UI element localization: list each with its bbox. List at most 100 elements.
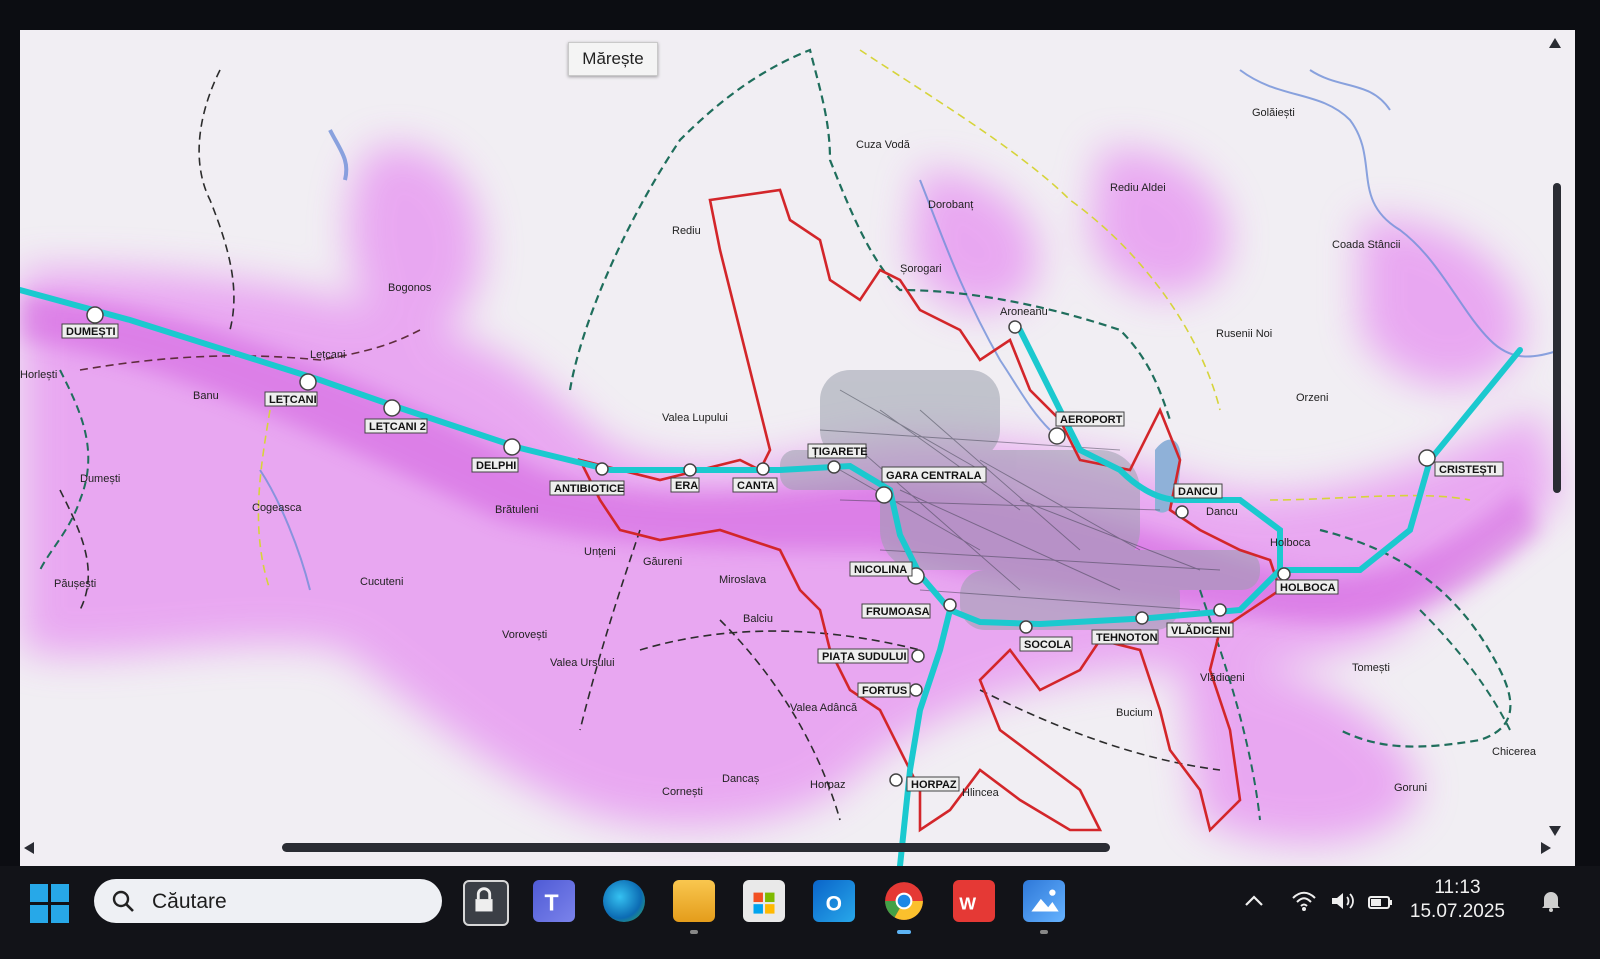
svg-text:Dumești: Dumești [80, 473, 120, 485]
station-era: ERA [670, 477, 700, 493]
svg-text:CANTA: CANTA [737, 480, 775, 492]
station-vladiceni: VLĂDICENI [1166, 622, 1234, 638]
svg-text:Cogeasca: Cogeasca [252, 502, 302, 514]
svg-text:CRISTEȘTI: CRISTEȘTI [1439, 464, 1496, 476]
svg-text:Șorogari: Șorogari [900, 263, 942, 275]
vertical-scrollbar[interactable] [1549, 30, 1569, 866]
search-placeholder: Căutare [152, 890, 227, 913]
station-piata-sudului: PIAȚA SUDULUI [817, 648, 909, 664]
search-icon [112, 890, 134, 912]
edge-icon[interactable] [603, 880, 645, 922]
wifi-icon[interactable] [1290, 888, 1318, 914]
svg-text:O: O [826, 892, 842, 915]
svg-text:PIAȚA SUDULUI: PIAȚA SUDULUI [822, 651, 907, 663]
scroll-down-arrow-icon[interactable] [1549, 826, 1561, 836]
teams-icon[interactable]: T [533, 880, 575, 922]
map-viewer[interactable]: DUMEȘTI LEȚCANI LEȚCANI 2 DELPHI ANTIBIO… [20, 30, 1575, 866]
notification-bell-icon[interactable] [1538, 888, 1564, 914]
clock-date: 15.07.2025 [1409, 901, 1505, 922]
svg-text:T: T [545, 889, 559, 915]
clock-time: 11:13 [1434, 877, 1481, 898]
station-tehnoton: TEHNOTON [1091, 629, 1159, 645]
taskbar-search-input[interactable]: Căutare [94, 879, 442, 923]
svg-text:Banu: Banu [193, 390, 219, 402]
horizontal-scrollbar[interactable] [20, 840, 1575, 866]
station-delphi: DELPHI [471, 457, 519, 473]
svg-text:ȚIGARETE: ȚIGARETE [812, 446, 868, 458]
svg-text:HOLBOCA: HOLBOCA [1280, 582, 1336, 594]
taskbar-clock[interactable]: 11:13 15.07.2025 [1410, 876, 1505, 924]
station-holboca: HOLBOCA [1275, 579, 1339, 595]
svg-text:Vorovești: Vorovești [502, 629, 547, 641]
svg-text:Horpaz: Horpaz [810, 779, 845, 791]
station-frumoasa: FRUMOASA [861, 603, 931, 619]
map-canvas[interactable]: DUMEȘTI LEȚCANI LEȚCANI 2 DELPHI ANTIBIO… [20, 30, 1575, 866]
svg-text:Rusenii Noi: Rusenii Noi [1216, 328, 1272, 340]
svg-text:ERA: ERA [675, 480, 698, 492]
svg-text:Cuza Vodă: Cuza Vodă [856, 139, 911, 151]
svg-text:Orzeni: Orzeni [1296, 392, 1328, 404]
lock-app-icon[interactable] [463, 880, 509, 926]
svg-text:Hlincea: Hlincea [962, 787, 1000, 799]
vertical-scroll-thumb[interactable] [1553, 183, 1561, 493]
svg-text:Rediu Aldei: Rediu Aldei [1110, 182, 1166, 194]
svg-text:Holboca: Holboca [1270, 537, 1311, 549]
svg-text:Valea Lupului: Valea Lupului [662, 412, 728, 424]
wps-office-icon[interactable]: W [953, 880, 995, 922]
station-fortus: FORTUS [857, 682, 911, 698]
svg-text:Valea Adâncă: Valea Adâncă [790, 702, 858, 714]
svg-text:LEȚCANI 2: LEȚCANI 2 [369, 421, 426, 433]
svg-text:TEHNOTON: TEHNOTON [1096, 632, 1158, 644]
svg-text:HORPAZ: HORPAZ [911, 779, 957, 791]
svg-text:Horlești: Horlești [20, 369, 57, 381]
svg-text:Dorobanț: Dorobanț [928, 199, 973, 211]
chevron-up-icon[interactable] [1240, 888, 1268, 914]
svg-text:DANCU: DANCU [1178, 486, 1218, 498]
svg-text:Cucuteni: Cucuteni [360, 576, 403, 588]
svg-text:Bogonos: Bogonos [388, 282, 432, 294]
windows-start-icon[interactable] [30, 884, 70, 924]
svg-text:Chicerea: Chicerea [1492, 746, 1537, 758]
svg-text:Cornești: Cornești [662, 786, 703, 798]
microsoft-store-icon[interactable] [743, 880, 785, 922]
station-nicolina: NICOLINA [849, 561, 913, 577]
horizontal-scroll-thumb[interactable] [282, 843, 1110, 852]
svg-text:Coada Stâncii: Coada Stâncii [1332, 239, 1401, 251]
svg-text:DELPHI: DELPHI [476, 460, 516, 472]
volume-icon[interactable] [1328, 888, 1356, 914]
svg-text:Brătuleni: Brătuleni [495, 504, 538, 516]
photos-icon[interactable] [1023, 880, 1065, 934]
svg-text:Rediu: Rediu [672, 225, 701, 237]
scroll-up-arrow-icon[interactable] [1549, 38, 1561, 48]
svg-text:Miroslava: Miroslava [719, 574, 767, 586]
station-letcani-2: LEȚCANI 2 [364, 418, 428, 434]
zoom-tooltip: Mărește [568, 42, 658, 76]
svg-text:SOCOLA: SOCOLA [1024, 639, 1071, 651]
station-dumesti: DUMEȘTI [61, 323, 119, 339]
svg-text:Lețcani: Lețcani [310, 349, 345, 361]
svg-text:W: W [959, 893, 976, 913]
svg-text:Golăiești: Golăiești [1252, 107, 1295, 119]
svg-text:NICOLINA: NICOLINA [854, 564, 907, 576]
chrome-icon[interactable] [883, 880, 925, 934]
svg-text:Păușești: Păușești [54, 578, 96, 590]
scroll-left-arrow-icon[interactable] [24, 842, 34, 854]
svg-text:Vlădiceni: Vlădiceni [1200, 672, 1245, 684]
svg-text:Aroneanu: Aroneanu [1000, 306, 1048, 318]
station-canta: CANTA [732, 477, 778, 493]
svg-text:AEROPORT: AEROPORT [1060, 414, 1123, 426]
svg-text:Dancu: Dancu [1206, 506, 1238, 518]
svg-text:Bucium: Bucium [1116, 707, 1153, 719]
station-socola: SOCOLA [1019, 636, 1073, 652]
svg-text:Goruni: Goruni [1394, 782, 1427, 794]
station-gara-centrala: GARA CENTRALA [881, 466, 987, 483]
outlook-icon[interactable]: O [813, 880, 855, 922]
file-explorer-icon[interactable] [673, 880, 715, 934]
scroll-right-arrow-icon[interactable] [1541, 842, 1551, 854]
station-horpaz: HORPAZ [906, 776, 960, 792]
svg-text:FRUMOASA: FRUMOASA [866, 606, 930, 618]
battery-icon[interactable] [1366, 888, 1394, 914]
svg-text:Dancaș: Dancaș [722, 773, 760, 785]
svg-text:Unțeni: Unțeni [584, 546, 616, 558]
svg-text:LEȚCANI: LEȚCANI [269, 394, 317, 406]
